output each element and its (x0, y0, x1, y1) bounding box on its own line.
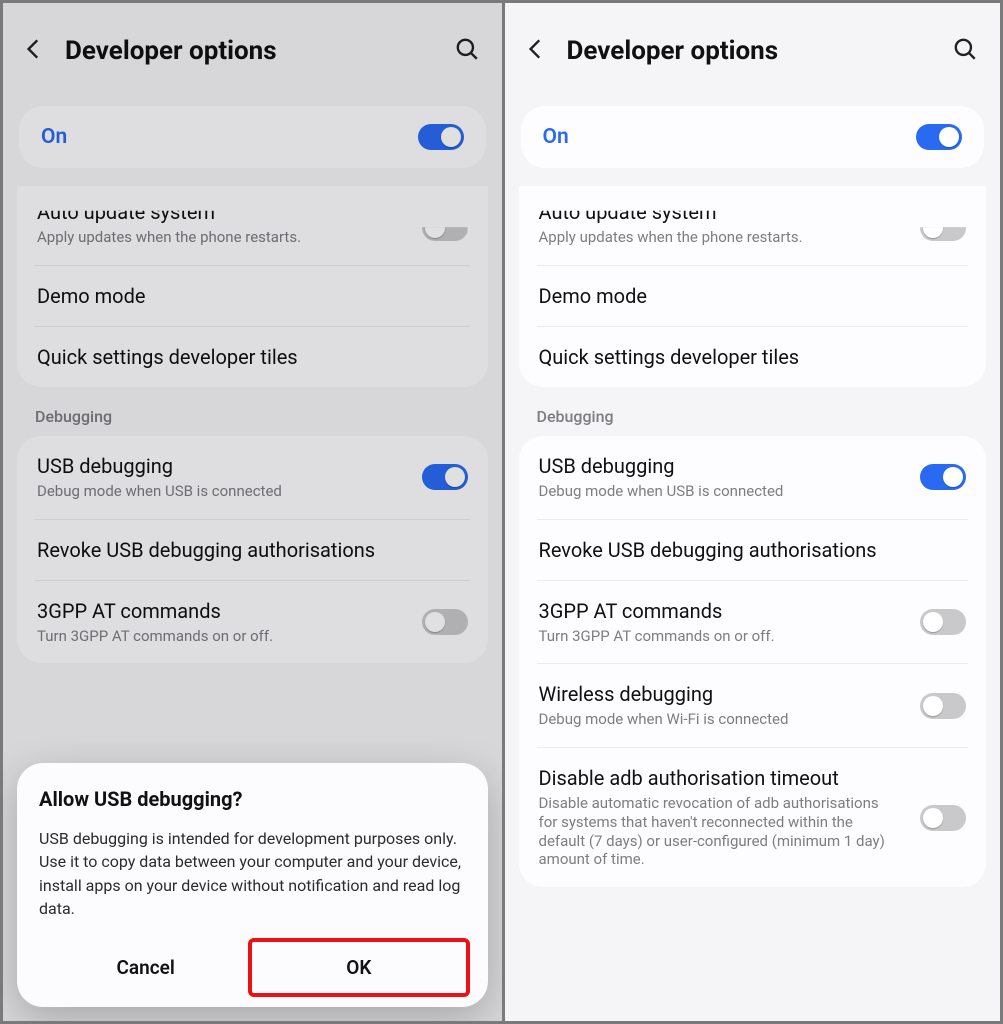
adb-timeout-sub: Disable automatic revocation of adb auth… (539, 794, 899, 869)
page-title: Developer options (567, 36, 953, 66)
item-3gpp[interactable]: 3GPP AT commands Turn 3GPP AT commands o… (537, 580, 969, 664)
revoke-auth-title: Revoke USB debugging authorisations (539, 538, 967, 562)
ok-button[interactable]: OK (248, 938, 469, 997)
debugging-section-label: Debugging (505, 407, 1001, 426)
dialog-title: Allow USB debugging? (39, 787, 466, 811)
usb-debugging-sub: Debug mode when USB is connected (539, 482, 899, 501)
phone-left: Developer options On Auto update system … (3, 3, 502, 1021)
quick-tiles-title: Quick settings developer tiles (539, 345, 967, 369)
usb-debugging-dialog: Allow USB debugging? USB debugging is in… (17, 763, 488, 1007)
item-wireless-debugging[interactable]: Wireless debugging Debug mode when Wi-Fi… (537, 663, 969, 747)
adb-timeout-switch[interactable] (920, 805, 966, 831)
item-auto-update[interactable]: Auto update system Apply updates when th… (537, 192, 969, 265)
search-icon[interactable] (952, 36, 978, 66)
gpp-sub: Turn 3GPP AT commands on or off. (539, 627, 899, 646)
master-toggle-row[interactable]: On (521, 106, 985, 168)
wireless-switch[interactable] (920, 693, 966, 719)
item-disable-adb-timeout[interactable]: Disable adb authorisation timeout Disabl… (537, 747, 969, 887)
back-icon[interactable] (523, 36, 549, 66)
dialog-body: USB debugging is intended for developmen… (39, 827, 466, 920)
master-toggle-switch[interactable] (916, 124, 962, 150)
wireless-sub: Debug mode when Wi-Fi is connected (539, 710, 899, 729)
wireless-title: Wireless debugging (539, 682, 921, 706)
item-revoke-auth[interactable]: Revoke USB debugging authorisations (537, 519, 969, 580)
item-demo-mode[interactable]: Demo mode (537, 265, 969, 326)
header: Developer options (505, 3, 1001, 98)
auto-update-sub: Apply updates when the phone restarts. (539, 228, 899, 247)
gpp-switch[interactable] (920, 609, 966, 635)
master-toggle-label: On (543, 125, 569, 149)
auto-update-title: Auto update system (539, 200, 921, 224)
adb-timeout-title: Disable adb authorisation timeout (539, 766, 921, 790)
usb-debugging-title: USB debugging (539, 454, 921, 478)
debugging-card: USB debugging Debug mode when USB is con… (519, 436, 987, 887)
demo-mode-title: Demo mode (539, 284, 967, 308)
cancel-button[interactable]: Cancel (39, 942, 252, 993)
gpp-title: 3GPP AT commands (539, 599, 921, 623)
usb-debugging-switch[interactable] (920, 464, 966, 490)
phone-right: Developer options On Auto update system … (502, 3, 1001, 1021)
item-quick-tiles[interactable]: Quick settings developer tiles (537, 326, 969, 387)
auto-update-switch[interactable] (920, 215, 966, 241)
dialog-scrim[interactable]: Allow USB debugging? USB debugging is in… (3, 3, 502, 1021)
item-usb-debugging[interactable]: USB debugging Debug mode when USB is con… (537, 436, 969, 519)
general-card: Auto update system Apply updates when th… (519, 186, 987, 387)
